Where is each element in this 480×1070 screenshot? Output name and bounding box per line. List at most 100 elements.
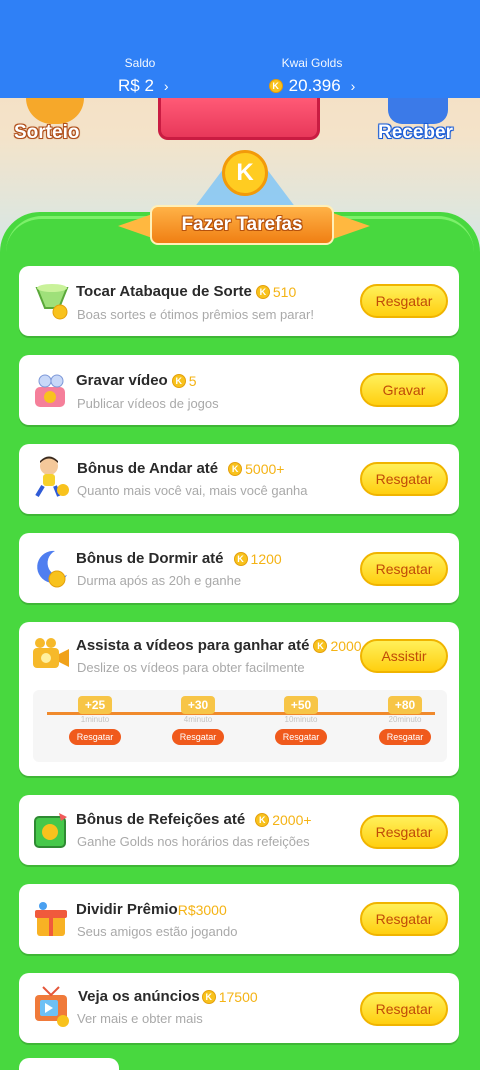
task-title-row: Bônus de Andar até K 5000+ <box>77 460 284 477</box>
task-card: Bônus de Refeições até K 2000+ Ganhe Gold… <box>19 795 459 865</box>
gold-coin-icon: K <box>268 79 283 93</box>
golds-stat[interactable]: Kwai Golds K 20.396 › <box>262 56 362 96</box>
task-title: Veja os anúncios <box>78 988 200 1005</box>
gold-coin-icon: K <box>201 989 216 1004</box>
watch-progress: +25 1minuto Resgatar +30 4minuto Resgata… <box>33 690 447 762</box>
task-card: Dividir Prêmio R$3000 Seus amigos estão … <box>19 884 459 954</box>
moon-sleep-icon <box>37 550 67 588</box>
task-subtitle: Quanto mais você vai, mais você ganha <box>77 483 308 498</box>
golds-label: Kwai Golds <box>281 56 343 70</box>
assistir-button[interactable]: Assistir <box>360 639 448 673</box>
task-title-row: Dividir Prêmio R$3000 <box>76 901 227 918</box>
step-time: 4minuto <box>183 715 213 724</box>
gold-coin-icon: K <box>255 284 270 299</box>
step-time: 10minuto <box>284 715 318 724</box>
task-title: Dividir Prêmio <box>76 901 178 918</box>
resgatar-button[interactable]: Resgatar <box>360 815 448 849</box>
task-reward: R$3000 <box>178 902 227 918</box>
k-coin-icon: K <box>222 150 268 196</box>
task-subtitle: Ver mais e obter mais <box>77 1011 203 1026</box>
task-card: Bônus de Dormir até K 1200 Durma após as … <box>19 533 459 603</box>
meal-box-icon <box>34 813 67 848</box>
gold-coin-icon: K <box>233 551 248 566</box>
saldo-label: Saldo <box>124 56 156 70</box>
task-title-row: Assista a vídeos para ganhar até K 2000 <box>76 637 362 654</box>
task-subtitle: Durma após as 20h e ganhe <box>77 573 242 588</box>
task-card: Bônus de Andar até K 5000+ Quanto mais vo… <box>19 444 459 514</box>
saldo-value-row[interactable]: R$ 2 › <box>118 76 188 96</box>
task-title-row: Veja os anúncios K 17500 <box>78 988 258 1005</box>
sorteio-button[interactable]: Sorteio <box>14 122 79 144</box>
resgatar-button[interactable]: Resgatar <box>360 552 448 586</box>
task-subtitle: Ganhe Golds nos horários das refeições <box>77 834 310 849</box>
resgatar-button[interactable]: Resgatar <box>360 992 448 1026</box>
step-amount: +25 <box>78 696 112 714</box>
progress-step: +30 4minuto Resgatar <box>168 696 228 745</box>
task-title-row: Tocar Atabaque de Sorte K 510 <box>76 283 296 300</box>
golds-value-row[interactable]: K 20.396 › <box>262 76 362 96</box>
walking-boy-icon <box>35 456 69 498</box>
task-card: Assista a vídeos para ganhar até K 2000 D… <box>19 622 459 776</box>
task-title: Tocar Atabaque de Sorte <box>76 283 252 300</box>
task-reward-value: R$3000 <box>177 901 227 918</box>
task-reward: K 510 <box>255 283 297 300</box>
resgatar-button[interactable]: Resgatar <box>360 902 448 936</box>
next-card-peek <box>19 1058 119 1070</box>
gold-coin-icon: K <box>313 638 328 653</box>
task-reward: K 2000 <box>313 637 362 654</box>
gravar-button[interactable]: Gravar <box>360 373 448 407</box>
task-card: Tocar Atabaque de Sorte K 510 Boas sortes… <box>19 266 459 336</box>
resgatar-button[interactable]: Resgatar <box>360 284 448 318</box>
gold-coin-icon: K <box>228 461 243 476</box>
step-resgatar-button[interactable]: Resgatar <box>172 729 224 745</box>
task-reward-value: 5 <box>188 372 197 389</box>
task-reward: K 2000+ <box>255 811 312 828</box>
progress-step: +80 20minuto Resgatar <box>375 696 435 745</box>
step-resgatar-button[interactable]: Resgatar <box>275 729 327 745</box>
saldo-stat[interactable]: Saldo R$ 2 › <box>118 56 169 96</box>
resgatar-button[interactable]: Resgatar <box>360 462 448 496</box>
task-reward-value: 510 <box>272 283 297 300</box>
step-resgatar-button[interactable]: Resgatar <box>379 729 431 745</box>
task-reward-value: 5000+ <box>245 460 285 477</box>
step-amount: +30 <box>181 696 215 714</box>
golds-value: 20.396 <box>288 76 341 95</box>
receber-art-icon <box>388 98 448 124</box>
chevron-right-icon: › <box>350 78 356 94</box>
step-resgatar-button[interactable]: Resgatar <box>69 729 121 745</box>
saldo-value: R$ 2 <box>118 76 154 95</box>
tv-icon <box>35 986 69 1027</box>
tasks-banner-title: Fazer Tarefas <box>150 205 334 245</box>
task-reward-value: 2000+ <box>272 811 312 828</box>
task-card: Veja os anúncios K 17500 Ver mais e obter… <box>19 973 459 1043</box>
task-title: Bônus de Refeições até <box>76 811 246 828</box>
gift-box-icon <box>35 902 67 936</box>
task-title-row: Bônus de Refeições até K 2000+ <box>76 811 312 828</box>
movie-camera-icon <box>33 638 69 668</box>
video-camera-icon <box>35 374 65 407</box>
chevron-right-icon: › <box>163 78 169 94</box>
task-reward-value: 17500 <box>218 988 258 1005</box>
step-time: 1minuto <box>80 715 110 724</box>
task-subtitle: Seus amigos estão jogando <box>77 924 238 939</box>
task-title: Gravar vídeo <box>76 372 168 389</box>
task-subtitle: Deslize os vídeos para obter facilmente <box>77 660 305 675</box>
task-reward-value: 2000 <box>330 637 362 654</box>
gold-coin-icon: K <box>171 373 186 388</box>
task-subtitle: Boas sortes e ótimos prêmios sem parar! <box>77 307 314 322</box>
task-title: Bônus de Andar até <box>77 460 219 477</box>
drum-icon <box>35 284 69 320</box>
step-amount: +50 <box>284 696 318 714</box>
step-time: 20minuto <box>388 715 422 724</box>
task-reward: K 17500 <box>201 988 258 1005</box>
step-amount: +80 <box>388 696 422 714</box>
task-title: Bônus de Dormir até <box>76 550 224 567</box>
red-prize-box <box>158 98 320 140</box>
task-reward: K5 <box>171 372 197 389</box>
gold-coin-icon: K <box>255 812 270 827</box>
task-title: Assista a vídeos para ganhar até <box>76 637 310 654</box>
task-reward: K 5000+ <box>228 461 284 477</box>
progress-step: +50 10minuto Resgatar <box>271 696 331 745</box>
top-header: Saldo R$ 2 › Kwai Golds K 20.396 › <box>0 0 480 98</box>
receber-button[interactable]: Receber <box>378 122 453 144</box>
